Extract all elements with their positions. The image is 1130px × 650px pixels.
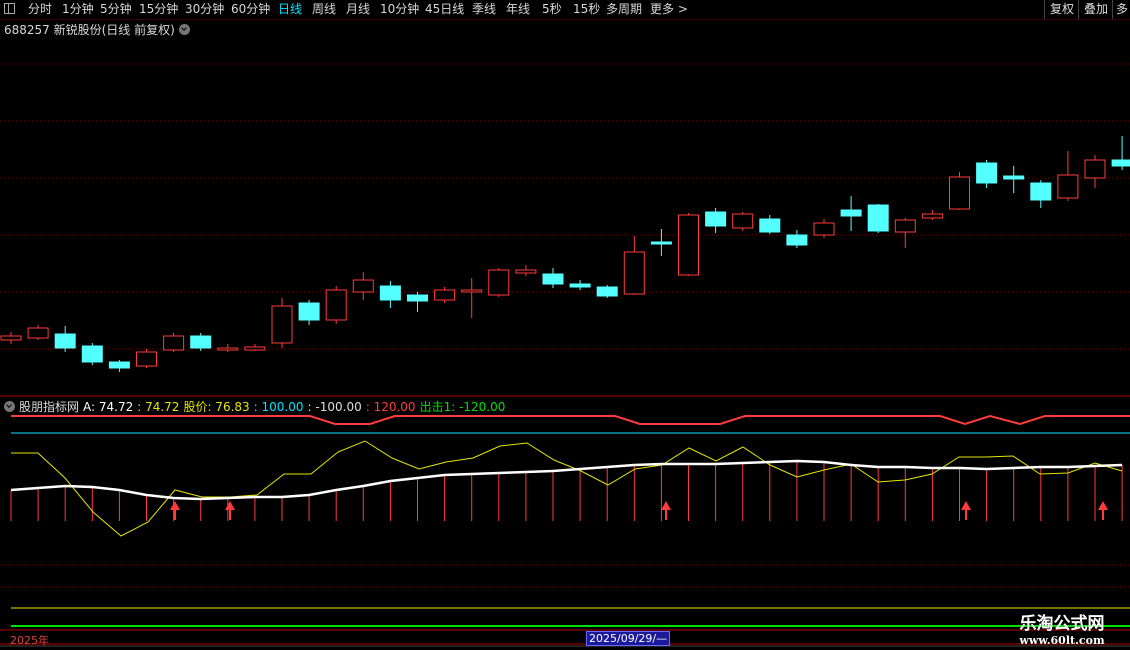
candle-body — [1003, 175, 1025, 180]
candle-body — [379, 285, 401, 301]
candle-body — [515, 269, 537, 274]
buy-arrow-icon — [225, 501, 235, 510]
candle-body — [352, 279, 374, 293]
candle-body — [786, 234, 808, 246]
candle-body — [894, 219, 916, 233]
candle-body — [650, 241, 672, 245]
candle-body — [678, 214, 699, 276]
candle-body — [596, 286, 618, 297]
candle-body — [569, 283, 591, 288]
candle-body — [298, 302, 320, 321]
indicator-a-line — [11, 440, 1123, 537]
candle-body — [1111, 159, 1130, 167]
indicator-a2-value: : 74.72 — [137, 400, 180, 414]
candle-body — [108, 361, 130, 369]
buy-arrow-icon — [961, 501, 971, 510]
candle-body — [190, 335, 212, 349]
candle-body — [976, 162, 998, 184]
candle-body — [217, 347, 239, 351]
indicator-120-value: : 120.00 — [365, 400, 416, 414]
year-label: 2025年 — [10, 634, 49, 647]
candle-body — [1084, 159, 1106, 179]
candle-body — [488, 269, 510, 296]
candle-body — [867, 204, 889, 232]
candle-body — [623, 251, 645, 295]
buy-arrow-icon — [170, 501, 180, 510]
candle-body — [81, 345, 103, 363]
candle-body — [813, 222, 835, 236]
indicator-name[interactable]: 股朋指标网 — [19, 400, 79, 414]
indicator-exit-value: 出击1: -120.00 — [419, 400, 506, 414]
candle-body — [461, 289, 483, 293]
watermark-url: www.60lt.com — [1019, 634, 1105, 647]
indicator-a-value: A: 74.72 — [83, 400, 134, 414]
chevron-down-icon[interactable] — [4, 401, 15, 412]
candle-body — [0, 335, 22, 341]
candle-body — [759, 218, 781, 233]
indicator-neg100-value: : -100.00 — [307, 400, 362, 414]
candle-body — [434, 289, 456, 301]
candle-body — [1057, 174, 1079, 199]
candle-body — [27, 327, 49, 339]
buy-arrow-icon — [661, 501, 671, 510]
cursor-date-label: 2025/09/29/— — [586, 631, 671, 646]
candle-body — [271, 305, 293, 344]
candle-body — [542, 273, 564, 285]
candle-body — [840, 209, 862, 217]
candle-body — [1030, 182, 1052, 201]
indicator-header: 股朋指标网 A: 74.72: 74.72 股价: 76.83: 100.00: -… — [4, 398, 509, 415]
candle-body — [54, 333, 76, 349]
candle-body — [949, 176, 970, 210]
candle-body — [325, 289, 347, 321]
candle-body — [136, 351, 157, 367]
indicator-100-value: : 100.00 — [253, 400, 304, 414]
chart-canvas[interactable] — [0, 0, 1130, 650]
indicator-price-value: 股价: 76.83 — [183, 400, 250, 414]
watermark: 乐淘公式网 www.60lt.com — [994, 609, 1130, 647]
candle-body — [244, 346, 266, 351]
candle-body — [407, 294, 428, 302]
buy-arrow-icon — [1098, 501, 1108, 510]
candle-body — [732, 213, 754, 229]
candle-body — [921, 213, 943, 219]
candle-body — [705, 211, 727, 227]
watermark-title: 乐淘公式网 — [1019, 614, 1105, 634]
indicator-price-line — [10, 459, 1123, 501]
signal-120-line — [11, 414, 1130, 426]
candle-body — [163, 335, 185, 351]
